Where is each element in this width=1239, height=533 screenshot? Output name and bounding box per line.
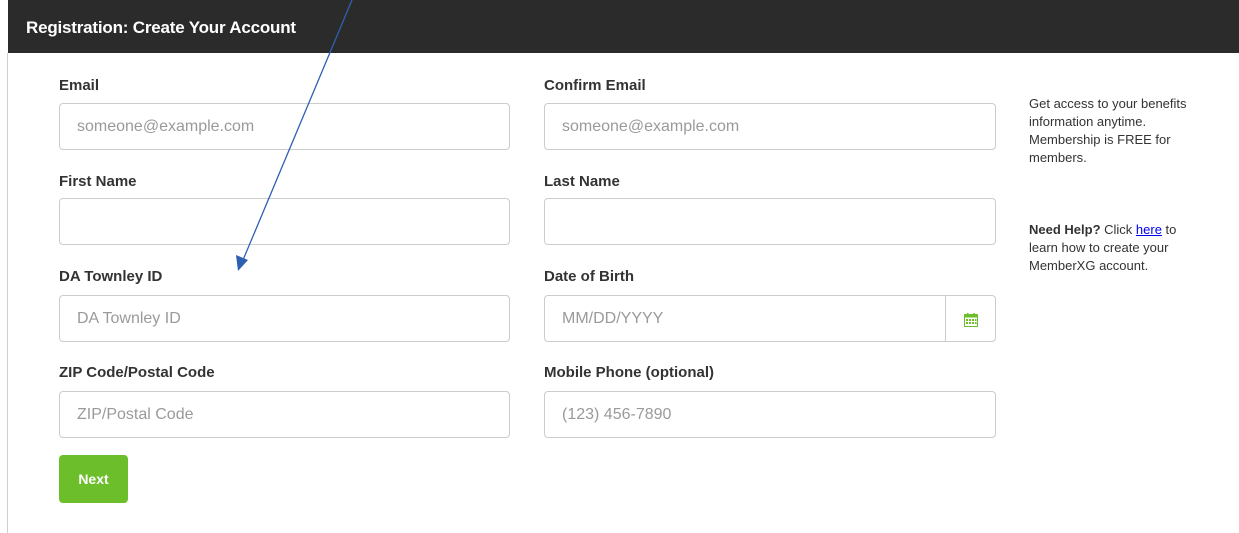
page-header: Registration: Create Your Account — [8, 0, 1239, 53]
email-input[interactable] — [59, 103, 510, 150]
confirm-email-input[interactable] — [544, 103, 996, 150]
help-text: Need Help? Click here to learn how to cr… — [1029, 221, 1204, 275]
first-name-label: First Name — [59, 173, 137, 190]
last-name-label: Last Name — [544, 173, 620, 190]
townley-id-input[interactable] — [59, 295, 510, 342]
email-label: Email — [59, 77, 100, 94]
first-name-input[interactable] — [59, 198, 510, 245]
membership-info: Get access to your benefits information … — [1029, 96, 1187, 165]
registration-page: Registration: Create Your Account Email … — [0, 0, 1239, 533]
dob-input[interactable] — [544, 295, 946, 342]
dob-label: Date of Birth — [544, 268, 634, 285]
mobile-input[interactable] — [544, 391, 996, 438]
last-name-input[interactable] — [544, 198, 996, 245]
calendar-button[interactable] — [945, 295, 996, 342]
panel-left-border — [7, 53, 8, 533]
page-title: Registration: Create Your Account — [26, 18, 296, 37]
help-link[interactable]: here — [1136, 222, 1162, 237]
next-button[interactable]: Next — [59, 455, 128, 503]
help-heading: Need Help? — [1029, 222, 1101, 237]
zip-input[interactable] — [59, 391, 510, 438]
calendar-icon — [964, 313, 978, 327]
help-text-pre: Click — [1100, 222, 1136, 237]
mobile-label: Mobile Phone (optional) — [544, 364, 714, 381]
townley-id-label: DA Townley ID — [59, 268, 163, 285]
zip-label: ZIP Code/Postal Code — [59, 364, 215, 381]
confirm-email-label: Confirm Email — [544, 77, 646, 94]
